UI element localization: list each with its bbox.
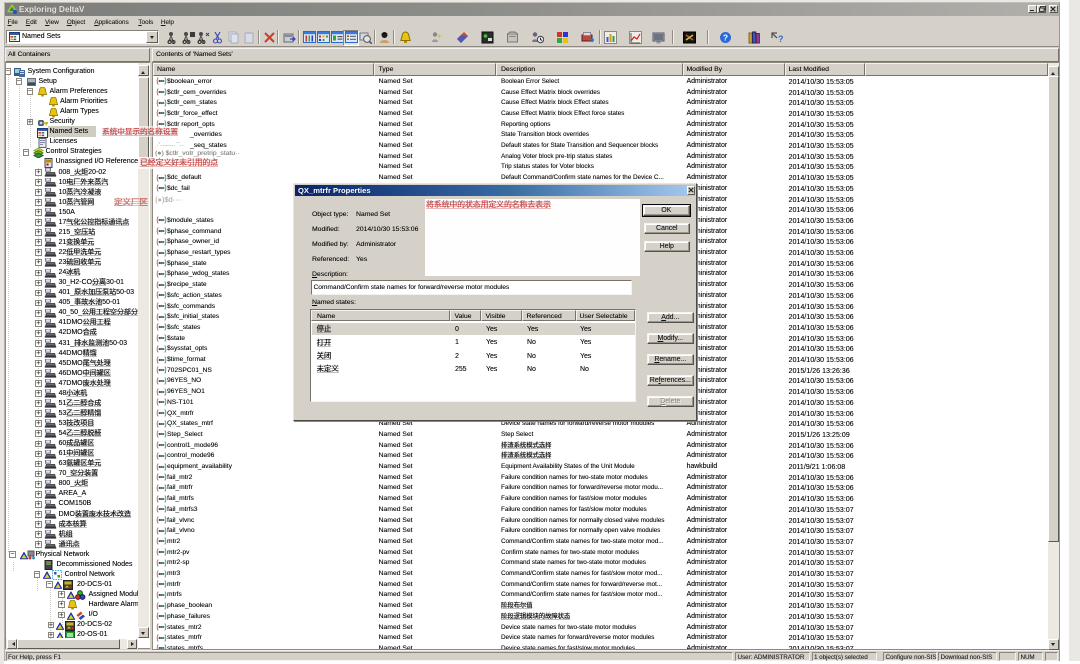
svg-text:?: ? — [778, 34, 784, 44]
svg-text:?: ? — [723, 33, 728, 43]
